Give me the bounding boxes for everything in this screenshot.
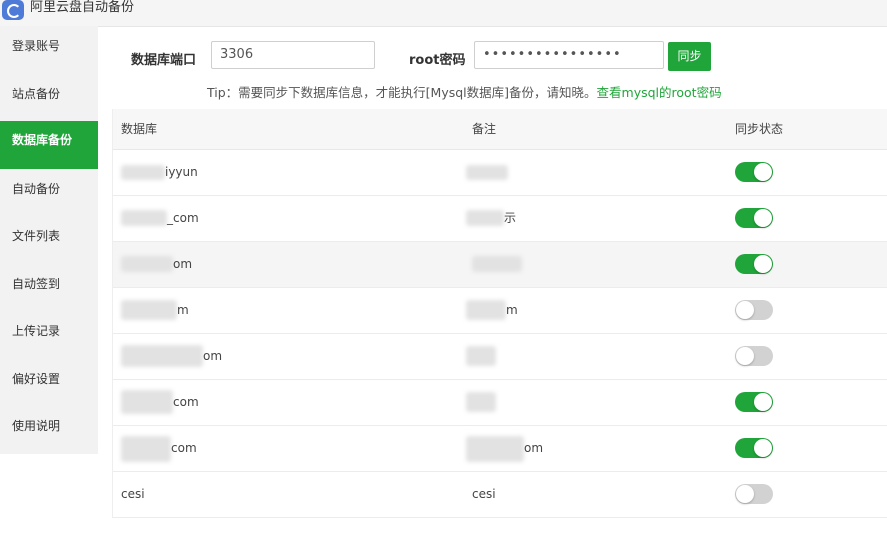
redacted-blur (466, 210, 504, 226)
sidebar-item-site-backup[interactable]: 站点备份 (0, 74, 98, 122)
sync-toggle[interactable] (735, 392, 773, 412)
toggle-knob (736, 485, 754, 503)
database-remark: om (524, 441, 544, 455)
sync-toggle[interactable] (735, 346, 773, 366)
database-name: cesi (121, 487, 145, 501)
port-label: 数据库端口 (131, 53, 197, 68)
app-title: 阿里云盘自动备份 (30, 0, 135, 15)
redacted-blur (466, 165, 508, 180)
cloud-drive-logo-icon (2, 0, 24, 20)
sidebar-item-preferences[interactable]: 偏好设置 (0, 359, 98, 407)
database-remark: cesi (472, 487, 496, 501)
database-table: 数据库 备注 同步状态 iyyun _com 示 om m m om com c… (112, 109, 887, 518)
sync-button[interactable]: 同步 (668, 42, 711, 71)
tip-message: Tip：需要同步下数据库信息，才能执行[Mysql数据库]备份，请知晓。 (207, 85, 597, 100)
database-name: om (173, 257, 193, 271)
database-name: m (177, 303, 189, 317)
database-remark: m (506, 303, 518, 317)
table-row: cesi cesi (113, 472, 887, 518)
sync-toggle[interactable] (735, 438, 773, 458)
title-bar: 阿里云盘自动备份 (0, 0, 887, 27)
toggle-knob (754, 439, 772, 457)
sync-toggle[interactable] (735, 300, 773, 320)
toggle-knob (754, 163, 772, 181)
redacted-blur (466, 300, 506, 320)
redacted-blur (466, 392, 496, 412)
toggle-knob (754, 393, 772, 411)
sync-toggle[interactable] (735, 484, 773, 504)
redacted-blur (121, 165, 165, 180)
toggle-knob (754, 209, 772, 227)
redacted-blur (121, 256, 173, 272)
sync-toggle[interactable] (735, 254, 773, 274)
redacted-blur (472, 256, 522, 272)
sidebar-item-upload-records[interactable]: 上传记录 (0, 311, 98, 359)
table-row: com (113, 380, 887, 426)
redacted-blur (121, 345, 203, 367)
table-row: om (113, 334, 887, 380)
sidebar-item-file-list[interactable]: 文件列表 (0, 216, 98, 264)
table-row: om (113, 242, 887, 288)
sync-toggle[interactable] (735, 208, 773, 228)
sidebar-item-login-account[interactable]: 登录账号 (0, 26, 98, 74)
sync-toggle[interactable] (735, 162, 773, 182)
table-row: iyyun (113, 150, 887, 196)
toggle-knob (754, 255, 772, 273)
table-row: com om (113, 426, 887, 472)
table-row: m m (113, 288, 887, 334)
column-header-database: 数据库 (121, 122, 158, 136)
database-name: com (171, 441, 197, 455)
column-header-remark: 备注 (472, 122, 497, 136)
database-name: _com (167, 211, 199, 225)
password-label: root密码 (409, 53, 466, 68)
redacted-blur (466, 346, 496, 366)
sidebar-nav: 登录账号 站点备份 数据库备份 自动备份 文件列表 自动签到 上传记录 偏好设置… (0, 26, 98, 454)
sidebar-item-auto-signin[interactable]: 自动签到 (0, 264, 98, 312)
root-password-input[interactable]: •••••••••••••••• (474, 41, 664, 69)
redacted-blur (121, 210, 167, 226)
redacted-blur (121, 300, 177, 320)
table-header: 数据库 备注 同步状态 (113, 109, 887, 150)
toggle-knob (736, 347, 754, 365)
database-name: com (173, 395, 199, 409)
database-remark: 示 (504, 211, 517, 225)
redacted-blur (466, 436, 524, 462)
tip-text: Tip：需要同步下数据库信息，才能执行[Mysql数据库]备份，请知晓。查看my… (207, 82, 722, 101)
column-header-sync-status: 同步状态 (735, 122, 784, 136)
view-root-password-link[interactable]: 查看mysql的root密码 (597, 85, 722, 100)
table-row: _com 示 (113, 196, 887, 242)
database-name: iyyun (165, 165, 198, 179)
toggle-knob (736, 301, 754, 319)
sidebar-item-usage-guide[interactable]: 使用说明 (0, 406, 98, 454)
database-name: om (203, 349, 223, 363)
redacted-blur (121, 436, 171, 462)
sidebar-item-database-backup[interactable]: 数据库备份 (0, 121, 98, 169)
sidebar-item-auto-backup[interactable]: 自动备份 (0, 169, 98, 217)
redacted-blur (121, 390, 173, 414)
port-input[interactable]: 3306 (211, 41, 375, 69)
